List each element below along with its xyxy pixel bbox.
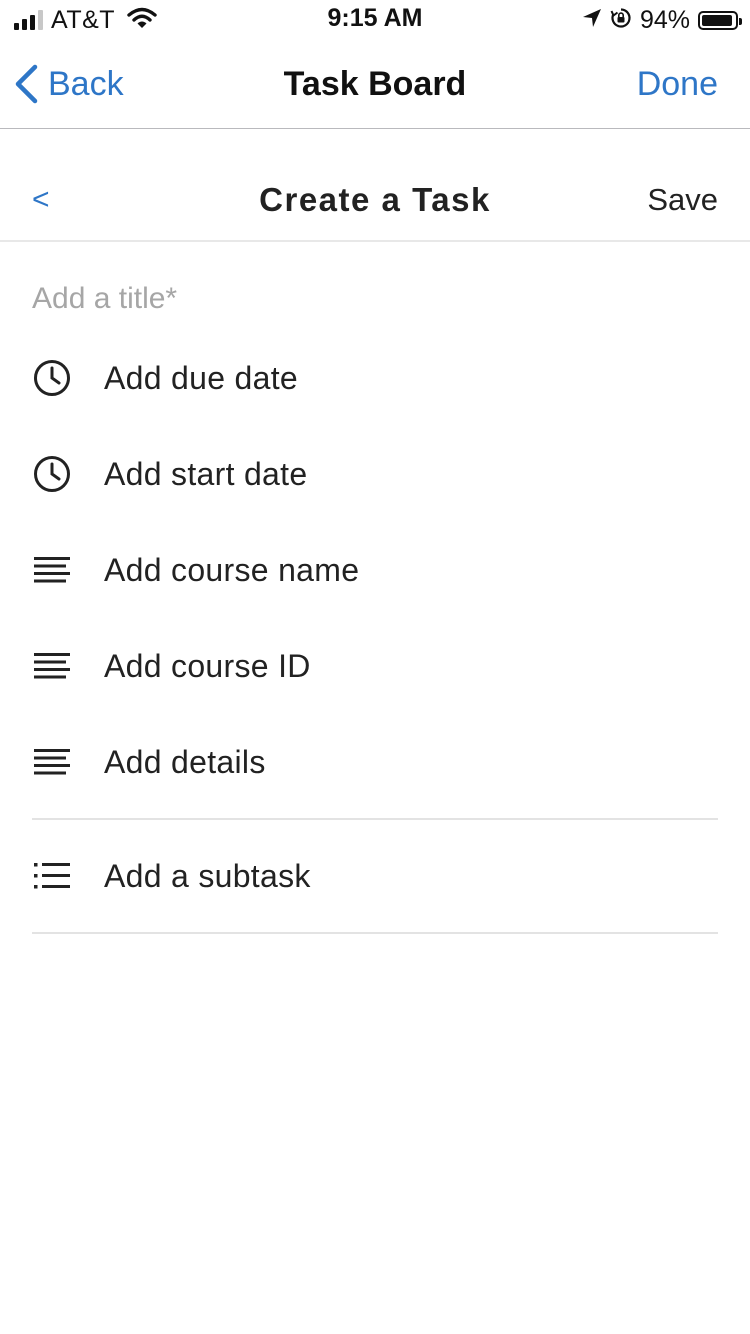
status-bar-right: 94% — [582, 4, 742, 36]
divider — [32, 932, 718, 934]
details-label: Add details — [104, 743, 266, 780]
save-button[interactable]: Save — [647, 160, 718, 240]
clock-icon — [32, 358, 72, 398]
course-id-label: Add course ID — [104, 647, 311, 684]
status-bar: AT&T 9:15 AM 94% — [0, 0, 750, 40]
location-arrow-icon — [582, 8, 602, 33]
details-field[interactable]: Add details — [32, 732, 718, 792]
navigation-bar: Back Task Board Done — [0, 40, 750, 129]
clock-icon — [32, 454, 72, 494]
due-date-label: Add due date — [104, 359, 298, 396]
form-title: Create a Task — [259, 181, 491, 218]
orientation-lock-icon — [610, 7, 632, 34]
divider — [32, 818, 718, 820]
course-name-label: Add course name — [104, 551, 360, 588]
form-header: < Create a Task Save — [0, 160, 750, 242]
course-id-field[interactable]: Add course ID — [32, 636, 718, 696]
battery-cap — [739, 17, 742, 25]
course-name-field[interactable]: Add course name — [32, 540, 718, 600]
battery-icon — [698, 10, 742, 30]
due-date-field[interactable]: Add due date — [32, 348, 718, 408]
start-date-label: Add start date — [104, 455, 308, 492]
done-button[interactable]: Done — [637, 40, 718, 128]
start-date-field[interactable]: Add start date — [32, 444, 718, 504]
bullet-list-icon — [32, 856, 72, 896]
add-subtask-button[interactable]: Add a subtask — [32, 846, 718, 906]
text-lines-icon — [32, 646, 72, 686]
task-title-input[interactable] — [32, 276, 718, 322]
text-lines-icon — [32, 742, 72, 782]
add-subtask-label: Add a subtask — [104, 857, 311, 894]
battery-percent: 94% — [639, 5, 690, 34]
text-lines-icon — [32, 550, 72, 590]
battery-level — [702, 14, 733, 26]
